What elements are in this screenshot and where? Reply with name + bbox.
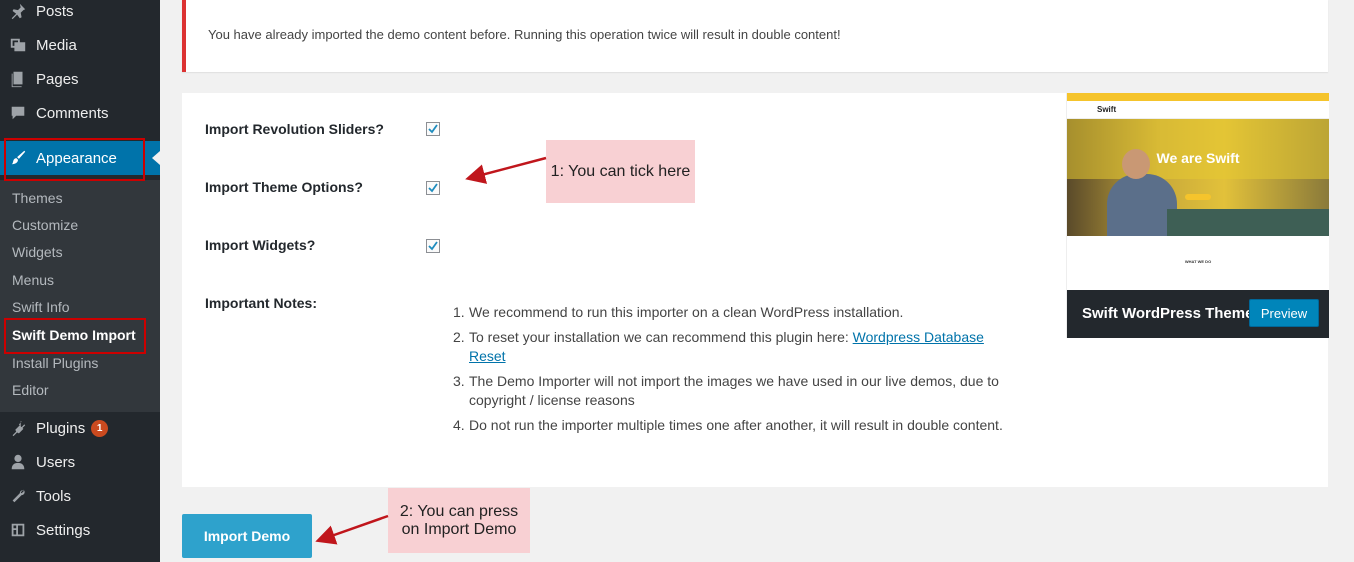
users-icon: [9, 453, 27, 471]
checkbox-import-theme-options[interactable]: [426, 181, 440, 195]
menu-settings[interactable]: Settings: [0, 513, 160, 547]
menu-settings-label: Settings: [36, 521, 91, 539]
menu-posts-label: Posts: [36, 2, 74, 20]
comments-icon: [9, 104, 27, 122]
note-item: 1. We recommend to run this importer on …: [453, 303, 1023, 322]
option-label-sliders: Import Revolution Sliders?: [205, 121, 384, 137]
menu-plugins-label: Plugins: [36, 419, 86, 437]
screenshot-hero-button: [1185, 194, 1211, 200]
pin-icon: [9, 2, 27, 20]
theme-name: Swift WordPress Theme: [1082, 305, 1254, 322]
current-menu-arrow: [152, 151, 160, 165]
appearance-submenu: Themes Customize Widgets Menus Swift Inf…: [0, 180, 160, 412]
screenshot-hero: We are Swift: [1067, 119, 1329, 236]
plugin-update-badge: 1: [91, 419, 109, 437]
wrench-icon: [9, 487, 27, 505]
theme-card: Swift We are Swift WHAT WE DO Swift Word…: [1066, 93, 1329, 338]
note-text: Do not run the importer multiple times o…: [469, 417, 1003, 433]
note-item: 3. The Demo Importer will not import the…: [453, 372, 1023, 410]
note-text-with-link: To reset your installation we can recomm…: [469, 328, 1023, 366]
note-number: 2.: [453, 329, 465, 345]
submenu-menus[interactable]: Menus: [12, 272, 54, 288]
screenshot-wall: [1067, 119, 1329, 179]
menu-users-label: Users: [36, 453, 76, 471]
checkbox-import-widgets[interactable]: [426, 239, 440, 253]
submenu-customize[interactable]: Customize: [12, 217, 78, 233]
callout-press: 2: You can press on Import Demo: [388, 488, 530, 553]
menu-media-label: Media: [36, 36, 77, 54]
plugin-icon: [9, 419, 27, 437]
menu-appearance-label: Appearance: [36, 149, 117, 167]
callout-tick: 1: You can tick here: [546, 140, 695, 203]
note-number: 1.: [453, 304, 465, 320]
screenshot-topbar: [1067, 93, 1329, 101]
menu-comments[interactable]: Comments: [0, 96, 160, 130]
arrow-to-import-button: [315, 514, 389, 545]
theme-screenshot: Swift We are Swift WHAT WE DO: [1067, 93, 1329, 290]
checkmark-icon: [428, 124, 438, 134]
menu-pages[interactable]: Pages: [0, 62, 160, 96]
import-demo-button[interactable]: Import Demo: [182, 514, 312, 558]
note-text: We recommend to run this importer on a c…: [469, 304, 904, 320]
import-panel: Import Revolution Sliders? Import Theme …: [182, 93, 1329, 487]
note-item: 2. To reset your installation we can rec…: [453, 328, 1023, 366]
note-item: 4. Do not run the importer multiple time…: [453, 416, 1023, 435]
option-label-widgets: Import Widgets?: [205, 237, 316, 253]
pages-icon: [9, 70, 27, 88]
option-label-theme-options: Import Theme Options?: [205, 179, 363, 195]
screenshot-desk: [1167, 209, 1329, 236]
submenu-themes[interactable]: Themes: [12, 190, 63, 206]
screenshot-logo: Swift: [1097, 105, 1117, 114]
note-text: The Demo Importer will not import the im…: [469, 373, 999, 408]
menu-tools[interactable]: Tools: [0, 479, 160, 513]
checkmark-icon: [428, 183, 438, 193]
note-number: 3.: [453, 373, 465, 389]
menu-users[interactable]: Users: [0, 445, 160, 479]
menu-tools-label: Tools: [36, 487, 72, 505]
note-number: 4.: [453, 417, 465, 433]
menu-plugins[interactable]: Plugins 1: [0, 411, 160, 445]
notice-text: You have already imported the demo conte…: [208, 27, 841, 42]
settings-icon: [9, 521, 27, 539]
checkbox-import-sliders[interactable]: [426, 122, 440, 136]
media-icon: [9, 36, 27, 54]
theme-card-footer: Swift WordPress Theme Preview: [1067, 290, 1329, 338]
menu-media[interactable]: Media: [0, 28, 160, 62]
submenu-widgets[interactable]: Widgets: [12, 244, 63, 260]
important-notes-label: Important Notes:: [205, 295, 317, 311]
menu-comments-label: Comments: [36, 104, 109, 122]
menu-posts[interactable]: Posts: [0, 0, 160, 28]
screenshot-section-heading: WHAT WE DO: [1184, 259, 1212, 264]
callout-press-line1: 2: You can press: [399, 502, 519, 520]
error-notice: You have already imported the demo conte…: [182, 0, 1328, 72]
submenu-install-plugins[interactable]: Install Plugins: [12, 355, 98, 371]
admin-sidebar: Posts Media Pages Comments Appearance Th…: [0, 0, 160, 562]
menu-pages-label: Pages: [36, 70, 79, 88]
callout-press-line2: on Import Demo: [401, 520, 517, 538]
submenu-swift-demo-import[interactable]: Swift Demo Import: [12, 327, 136, 343]
notes-list: 1. We recommend to run this importer on …: [453, 303, 1023, 441]
menu-appearance[interactable]: Appearance: [0, 141, 160, 175]
note-text: To reset your installation we can recomm…: [469, 329, 853, 345]
brush-icon: [9, 149, 27, 167]
preview-button[interactable]: Preview: [1249, 299, 1319, 327]
screenshot-hero-title: We are Swift: [1156, 150, 1240, 166]
checkmark-icon: [428, 241, 438, 251]
submenu-editor[interactable]: Editor: [12, 382, 49, 398]
submenu-swift-info[interactable]: Swift Info: [12, 299, 70, 315]
